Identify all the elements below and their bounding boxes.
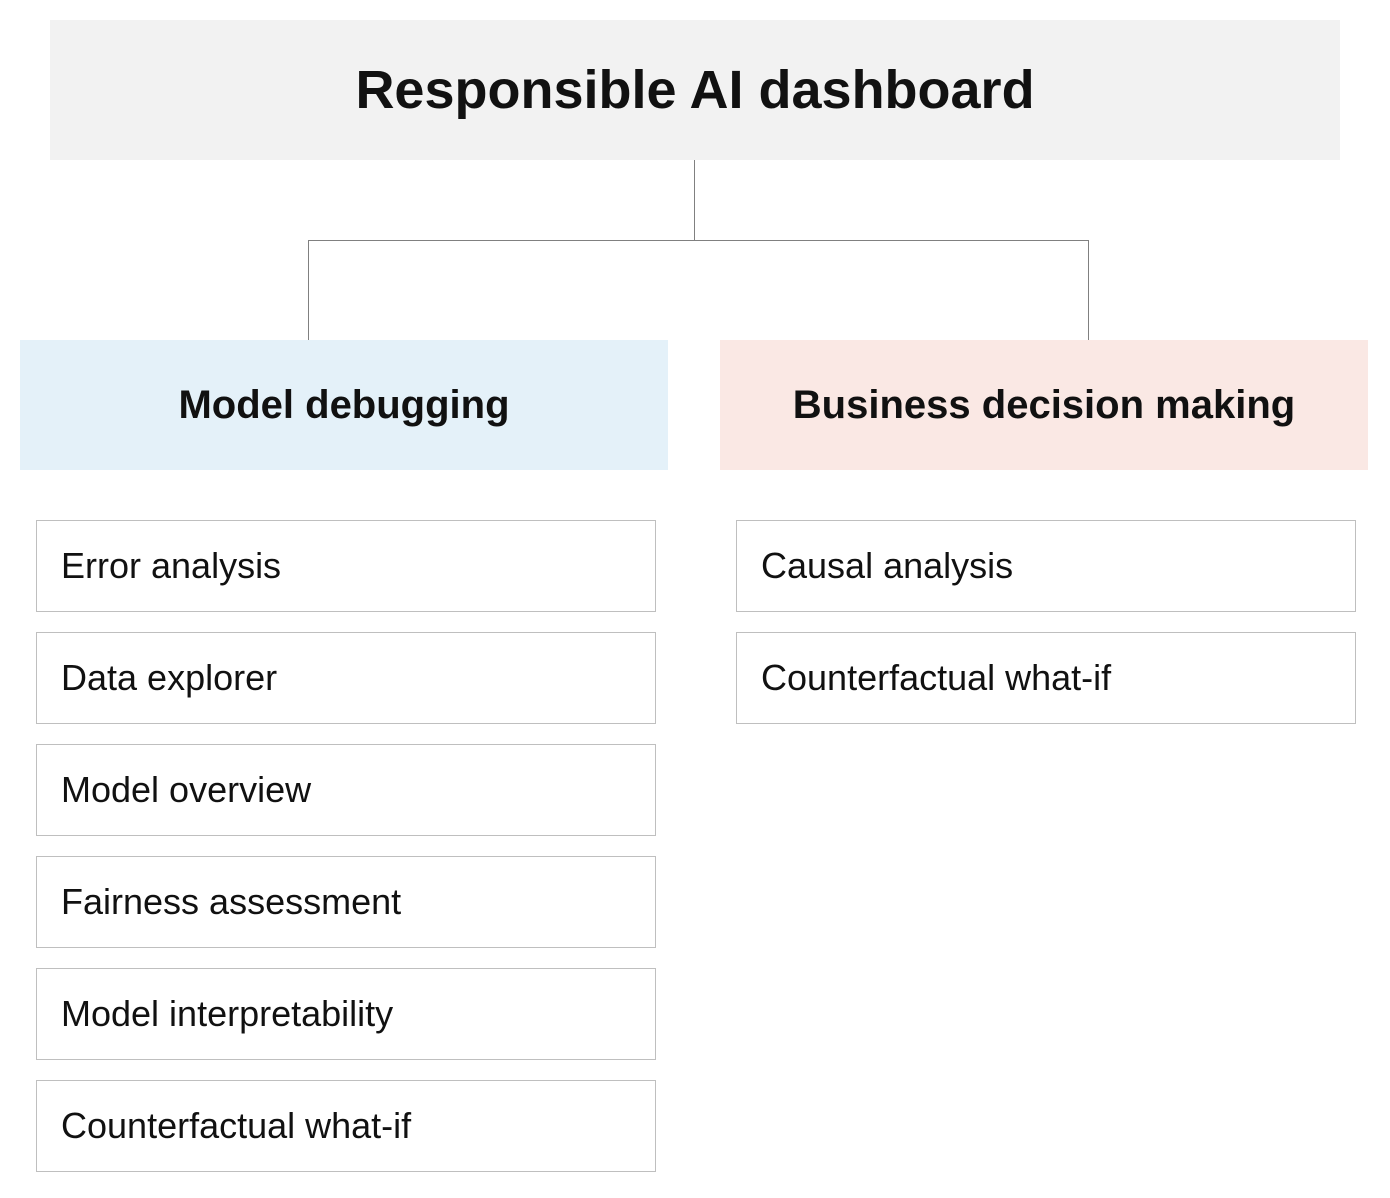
root-title: Responsible AI dashboard: [355, 59, 1034, 121]
item-model-overview: Model overview: [36, 744, 656, 836]
item-counterfactual-what-if-left: Counterfactual what-if: [36, 1080, 656, 1172]
item-model-interpretability: Model interpretability: [36, 968, 656, 1060]
branch-right-title: Business decision making: [793, 383, 1295, 428]
item-data-explorer: Data explorer: [36, 632, 656, 724]
root-node: Responsible AI dashboard: [50, 20, 1340, 160]
item-label: Counterfactual what-if: [61, 1105, 411, 1147]
item-fairness-assessment: Fairness assessment: [36, 856, 656, 948]
item-causal-analysis: Causal analysis: [736, 520, 1356, 612]
item-label: Model overview: [61, 769, 311, 811]
item-counterfactual-what-if-right: Counterfactual what-if: [736, 632, 1356, 724]
branch-left-title: Model debugging: [178, 383, 509, 428]
branch-model-debugging: Model debugging: [20, 340, 668, 470]
item-label: Counterfactual what-if: [761, 657, 1111, 699]
connector-horizontal: [308, 240, 1088, 241]
item-label: Data explorer: [61, 657, 277, 699]
item-label: Model interpretability: [61, 993, 393, 1035]
diagram-canvas: Responsible AI dashboard Model debugging…: [0, 0, 1390, 1198]
connector-root-vertical: [694, 160, 695, 240]
connector-left-vertical: [308, 240, 309, 340]
item-error-analysis: Error analysis: [36, 520, 656, 612]
item-label: Error analysis: [61, 545, 281, 587]
item-label: Fairness assessment: [61, 881, 401, 923]
connector-right-vertical: [1088, 240, 1089, 340]
item-label: Causal analysis: [761, 545, 1013, 587]
branch-business-decision-making: Business decision making: [720, 340, 1368, 470]
